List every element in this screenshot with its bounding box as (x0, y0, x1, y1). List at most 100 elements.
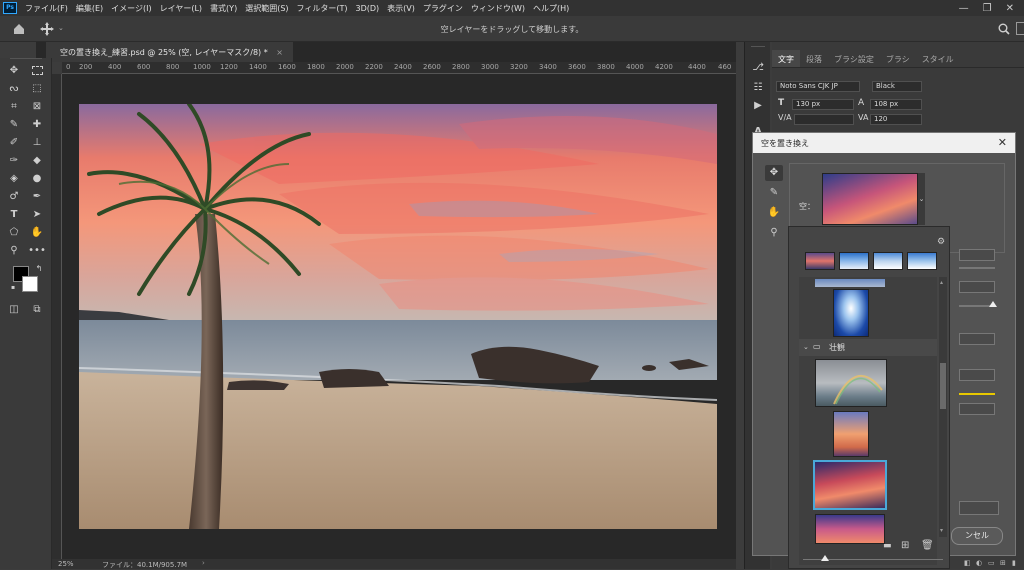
scroll-down-icon[interactable]: ▾ (940, 527, 943, 534)
move-icon[interactable]: ✥ (5, 63, 23, 79)
preset-sky-thumb-4[interactable] (907, 252, 937, 270)
color-adjust-slider[interactable] (959, 393, 995, 395)
layer-mask-icon[interactable]: ◧ (964, 559, 971, 567)
font-family-field[interactable]: Noto Sans CJK JP (776, 81, 860, 92)
zoom-level[interactable]: 25% (58, 560, 74, 568)
paint-bucket-icon[interactable]: ◈ (5, 171, 23, 187)
status-menu-icon[interactable]: › (202, 559, 205, 567)
sky-thumb-partial-bottom[interactable] (815, 514, 885, 544)
healing-brush-icon[interactable]: ✚ (28, 117, 46, 133)
dialog-slider-track-1[interactable] (959, 267, 995, 269)
menu-type[interactable]: 書式(Y) (206, 3, 241, 14)
output-select[interactable] (959, 501, 999, 515)
dialog-field-3[interactable] (959, 333, 995, 345)
leading-field[interactable]: 108 px (870, 99, 922, 110)
hand-tool-icon[interactable]: ✋ (765, 205, 783, 221)
scrollbar-thumb[interactable] (940, 363, 946, 409)
sky-thumb-rainbow[interactable] (815, 359, 887, 407)
frame-icon[interactable]: ⊠ (28, 99, 46, 115)
font-style-field[interactable]: Black (872, 81, 922, 92)
eraser-icon[interactable]: ◆ (28, 153, 46, 169)
sky-settings-gear-icon[interactable]: ⚙ (937, 237, 945, 247)
quick-mask-icon[interactable]: ◫ (5, 302, 23, 318)
preset-sky-thumb-3[interactable] (873, 252, 903, 270)
folder-expand-chevron-icon[interactable]: ⌄ (803, 343, 809, 351)
group-icon[interactable]: ▭ (988, 559, 995, 567)
more-tools-icon[interactable]: ••• (28, 243, 46, 259)
dialog-field-1[interactable] (959, 249, 995, 261)
dodge-icon[interactable]: ♂ (5, 189, 23, 205)
history-brush-icon[interactable]: ✑ (5, 153, 23, 169)
minimize-icon[interactable]: — (959, 3, 969, 14)
brush-icon[interactable]: ✐ (5, 135, 23, 151)
sky-thumb-partial[interactable] (815, 279, 885, 287)
document-tab[interactable]: 空の置き換え_練習.psd @ 25% (空, レイヤーマスク/8) * × (46, 42, 293, 62)
menu-select[interactable]: 選択範囲(S) (241, 3, 292, 14)
maximize-icon[interactable]: ❐ (983, 3, 992, 14)
menu-image[interactable]: イメージ(I) (107, 3, 155, 14)
history-panel-icon[interactable]: ⎇ (749, 60, 767, 76)
menu-filter[interactable]: フィルター(T) (293, 3, 352, 14)
eyedropper-icon[interactable]: ✎ (5, 117, 23, 133)
new-layer-icon[interactable]: ⊞ (1000, 559, 1006, 567)
menu-window[interactable]: ウィンドウ(W) (467, 3, 529, 14)
add-sky-icon[interactable]: ⊞ (901, 540, 909, 551)
menu-help[interactable]: ヘルプ(H) (529, 3, 573, 14)
close-window-icon[interactable]: ✕ (1006, 3, 1014, 14)
workspace-icon[interactable] (1016, 22, 1024, 35)
tab-brushes[interactable]: ブラシ (880, 50, 916, 67)
preset-sky-thumb-2[interactable] (839, 252, 869, 270)
tracking-field[interactable]: 120 (870, 114, 922, 125)
default-colors-icon[interactable]: ▪ (4, 280, 22, 296)
sky-dropdown-chevron-icon[interactable]: ⌄ (918, 173, 925, 225)
sky-thumb-sunset-vertical[interactable] (833, 411, 869, 457)
search-icon[interactable] (998, 23, 1010, 35)
swap-colors-icon[interactable]: ↰ (30, 261, 48, 277)
selected-sky-preview[interactable] (822, 173, 918, 225)
type-icon[interactable]: T (5, 207, 23, 223)
sky-thumb-selected[interactable] (813, 460, 887, 510)
sky-move-tool-icon[interactable]: ✥ (765, 165, 783, 181)
menu-layer[interactable]: レイヤー(L) (156, 3, 206, 14)
actions-play-icon[interactable]: ▶ (749, 98, 767, 114)
menu-edit[interactable]: 編集(E) (72, 3, 107, 14)
pen-icon[interactable]: ✒ (28, 189, 46, 205)
marquee-icon[interactable] (28, 63, 46, 79)
shape-icon[interactable]: ⬠ (5, 225, 23, 241)
canvas-area[interactable] (62, 74, 736, 560)
adjustments-panel-icon[interactable]: ☷ (749, 80, 767, 96)
menu-3d[interactable]: 3D(D) (352, 4, 384, 13)
sky-brush-tool-icon[interactable]: ✎ (765, 185, 783, 201)
sky-thumb-blue-cloud[interactable] (833, 289, 869, 337)
background-color-swatch[interactable] (22, 276, 38, 292)
kerning-field[interactable] (794, 114, 854, 125)
trash-icon[interactable]: ▮ (1012, 559, 1016, 567)
dialog-slider-thumb[interactable] (989, 301, 997, 307)
lasso-icon[interactable]: ᔓ (5, 81, 23, 97)
dialog-close-icon[interactable]: ✕ (998, 136, 1007, 149)
cancel-button[interactable]: ンセル (951, 527, 1003, 545)
zoom-icon[interactable]: ⚲ (5, 243, 23, 259)
path-select-icon[interactable]: ➤ (28, 207, 46, 223)
blur-icon[interactable]: ● (28, 171, 46, 187)
hand-icon[interactable]: ✋ (28, 225, 46, 241)
tab-brush-settings[interactable]: ブラシ設定 (828, 50, 880, 67)
stamp-icon[interactable]: ⊥ (28, 135, 46, 151)
zoom-tool-icon[interactable]: ⚲ (765, 225, 783, 241)
scroll-up-icon[interactable]: ▴ (940, 279, 943, 286)
crop-icon[interactable]: ⌗ (5, 99, 23, 115)
tab-character[interactable]: 文字 (772, 50, 800, 67)
preset-sky-thumb-1[interactable] (805, 252, 835, 270)
sky-list-scrollbar[interactable] (939, 277, 947, 537)
delete-icon[interactable]: 🗑 (921, 540, 934, 551)
menu-plugins[interactable]: プラグイン (419, 3, 467, 14)
thumbnail-size-slider-thumb[interactable] (821, 555, 829, 561)
menu-file[interactable]: ファイル(F) (21, 3, 72, 14)
tab-close-icon[interactable]: × (276, 48, 283, 57)
new-folder-icon[interactable]: ▬ (883, 541, 892, 551)
dialog-field-4[interactable] (959, 369, 995, 381)
object-select-icon[interactable]: ⬚ (28, 81, 46, 97)
beach-sunset-photo[interactable] (79, 104, 717, 529)
adjustment-layer-icon[interactable]: ◐ (976, 559, 982, 567)
dialog-field-2[interactable] (959, 281, 995, 293)
